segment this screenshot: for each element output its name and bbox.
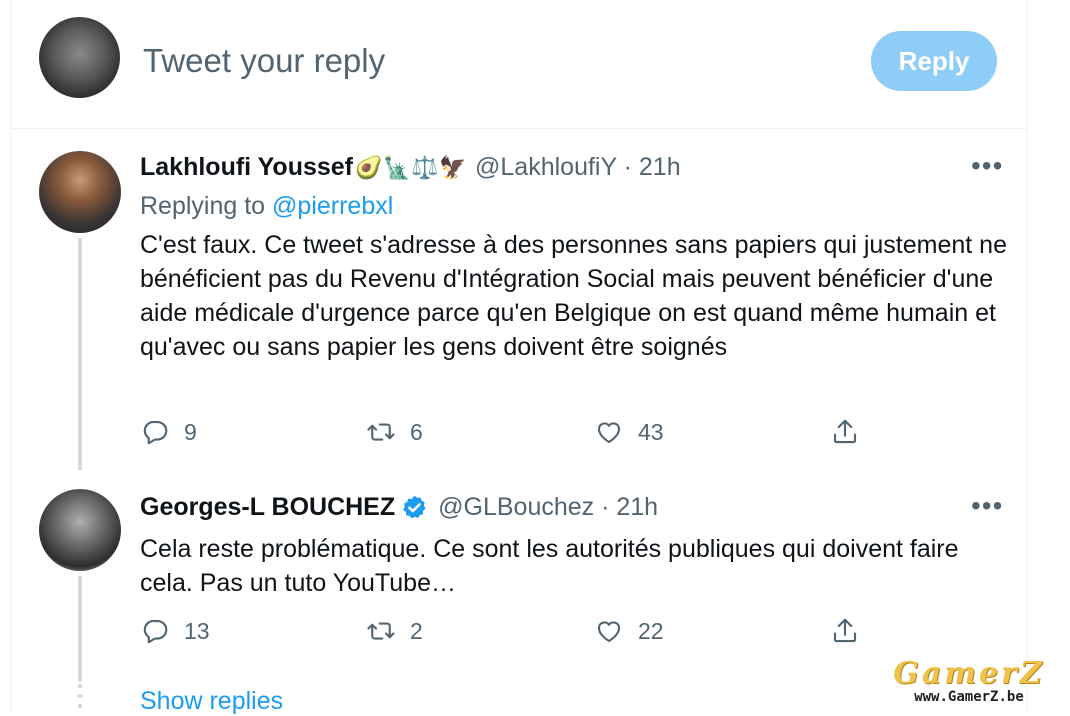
share-action[interactable] [830, 616, 874, 646]
reply-action[interactable]: 13 [140, 616, 210, 646]
display-name[interactable]: Georges-L BOUCHEZ [140, 493, 395, 522]
tweet-header: Lakhloufi Youssef 🥑 🗽 ⚖️ 🦅 @LakhloufiY ·… [140, 153, 681, 182]
avocado-emoji: 🥑 [355, 154, 383, 180]
tweet-actions: 9 6 43 [140, 417, 900, 457]
reply-action[interactable]: 9 [140, 417, 197, 447]
tweet[interactable]: Georges-L BOUCHEZ @GLBouchez · 21h ••• C… [11, 470, 1027, 682]
conversation-panel: Tweet your reply Reply Lakhloufi Youssef… [10, 0, 1028, 715]
share-icon [833, 419, 857, 444]
watermark-logo: GamerZ [893, 656, 1045, 691]
like-count: 43 [638, 418, 664, 445]
watermark: GamerZ www.GamerZ.be [884, 656, 1054, 705]
retweet-count: 6 [410, 418, 423, 445]
reply-icon [143, 619, 168, 644]
tweet-text: Cela reste problématique. Ce sont les au… [140, 535, 959, 597]
share-icon [833, 618, 857, 643]
heart-icon [597, 422, 621, 444]
tweet-header: Georges-L BOUCHEZ @GLBouchez · 21h [140, 493, 658, 522]
tweet[interactable]: Lakhloufi Youssef 🥑 🗽 ⚖️ 🦅 @LakhloufiY ·… [11, 128, 1027, 470]
current-user-avatar[interactable] [39, 17, 120, 98]
replying-to-prefix: Replying to [140, 192, 266, 220]
reply-button[interactable]: Reply [871, 31, 997, 91]
avatar[interactable] [39, 151, 121, 233]
retweet-action[interactable]: 2 [366, 616, 423, 646]
handle-and-time[interactable]: @LakhloufiY · 21h [475, 153, 681, 182]
verified-badge-icon [403, 495, 426, 519]
thread-line [78, 238, 82, 470]
reply-count: 9 [184, 418, 197, 445]
statue-of-liberty-emoji: 🗽 [383, 154, 411, 180]
thread-dots [78, 684, 82, 714]
reply-icon [143, 420, 168, 445]
reply-composer: Tweet your reply Reply [11, 0, 1027, 129]
reply-count: 13 [184, 617, 210, 644]
thread-line [78, 576, 82, 682]
replying-to: Replying to @pierrebxl [140, 192, 393, 221]
like-action[interactable]: 43 [594, 417, 664, 447]
retweet-icon [367, 622, 395, 640]
heart-icon [597, 621, 621, 643]
avatar[interactable] [39, 489, 121, 571]
more-options-icon[interactable]: ••• [971, 150, 1003, 182]
balance-scale-emoji: ⚖️ [411, 154, 439, 180]
display-name[interactable]: Lakhloufi Youssef [140, 153, 353, 182]
retweet-action[interactable]: 6 [366, 417, 423, 447]
eagle-emoji: 🦅 [439, 154, 467, 180]
more-options-icon[interactable]: ••• [971, 490, 1003, 522]
show-replies-row[interactable]: Show replies [11, 682, 1027, 715]
like-action[interactable]: 22 [594, 616, 664, 646]
retweet-count: 2 [410, 617, 423, 644]
like-count: 22 [638, 617, 664, 644]
handle-and-time[interactable]: @GLBouchez · 21h [438, 493, 658, 522]
replying-to-mention[interactable]: @pierrebxl [272, 192, 393, 220]
tweet-actions: 13 2 22 [140, 616, 900, 656]
tweet-text: C'est faux. Ce tweet s'adresse à des per… [140, 231, 1007, 361]
watermark-url: www.GamerZ.be [914, 689, 1024, 705]
share-action[interactable] [830, 417, 874, 447]
retweet-icon [367, 423, 395, 441]
reply-input[interactable]: Tweet your reply [143, 42, 385, 80]
